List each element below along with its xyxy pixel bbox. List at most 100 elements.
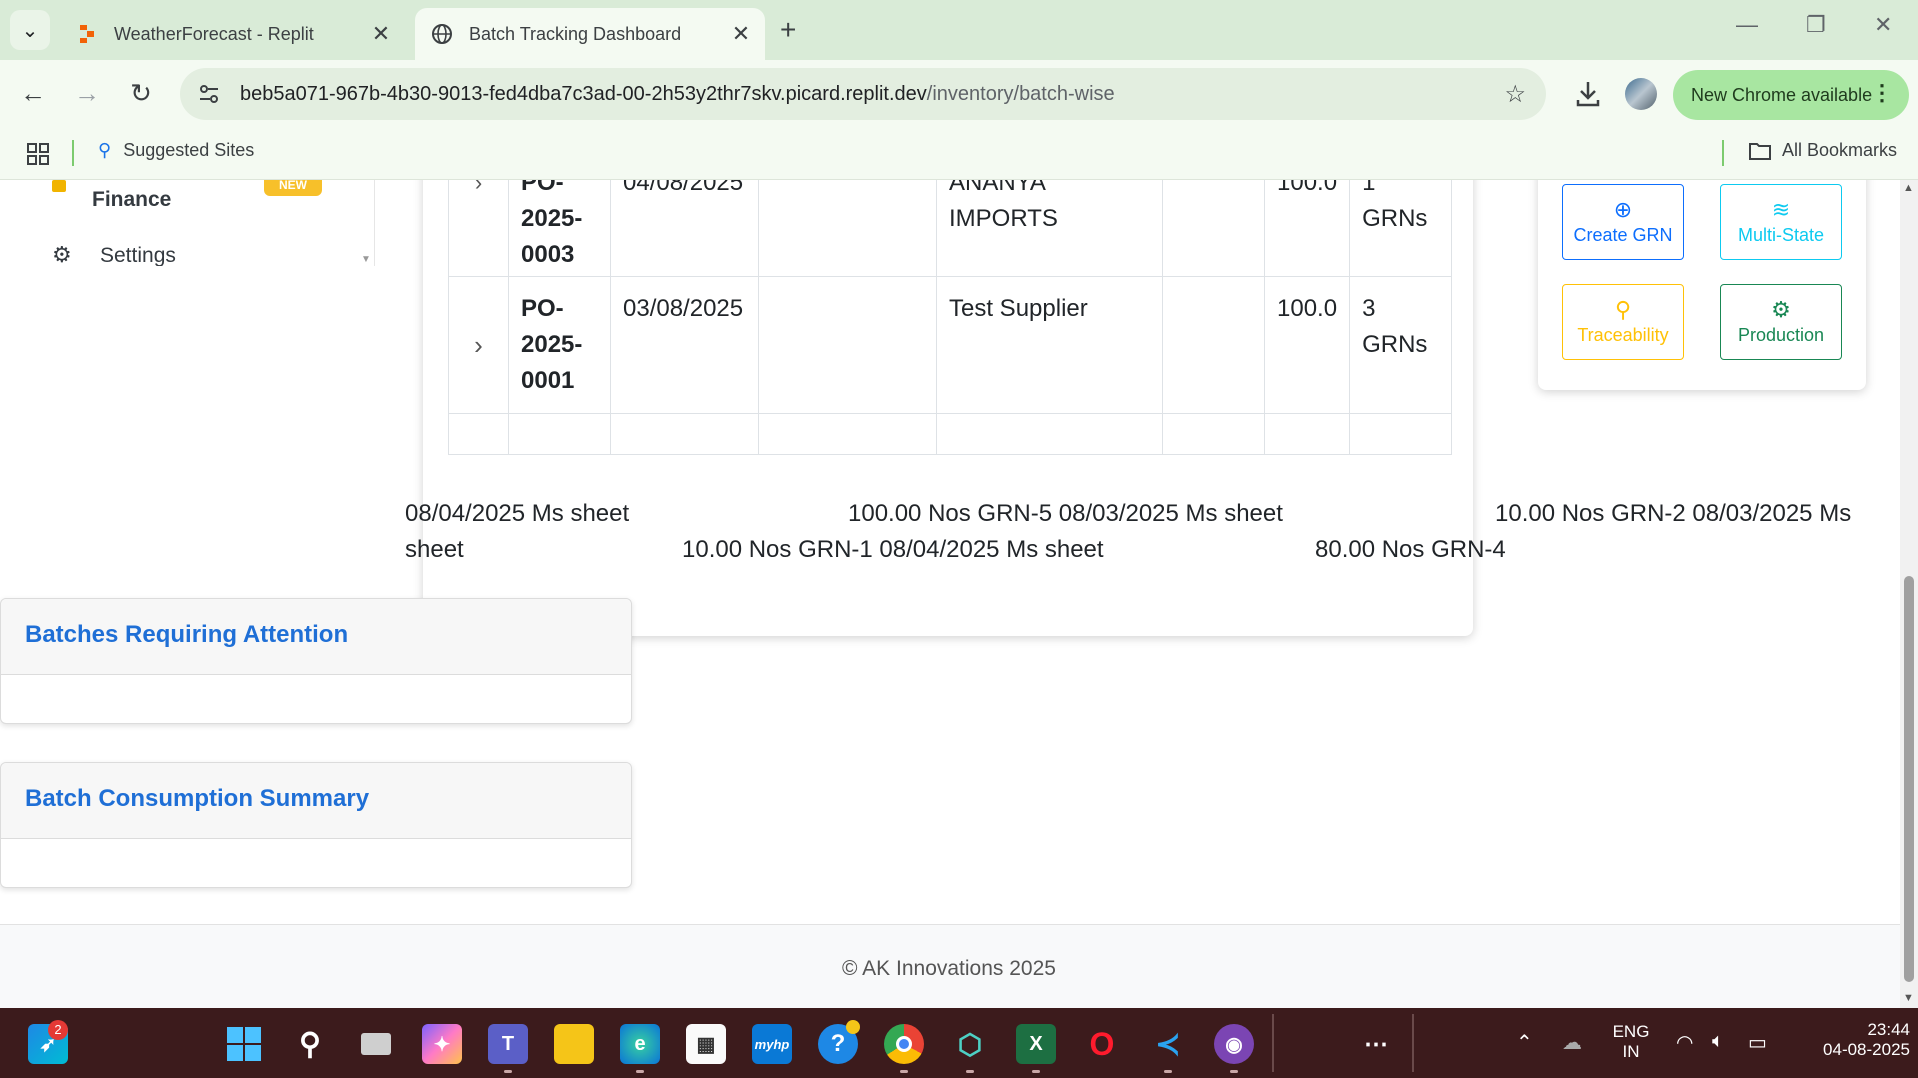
taskbar-divider — [1272, 1014, 1274, 1072]
microsoft-store-icon[interactable]: ▦ — [686, 1024, 726, 1064]
github-desktop-icon[interactable]: ◉ — [1214, 1024, 1254, 1064]
gears-icon: ⚙ — [1771, 296, 1791, 322]
sidebar-item-finance[interactable]: Finance — [92, 188, 171, 212]
card-title: Batches Requiring Attention — [1, 599, 631, 675]
production-button[interactable]: ⚙ Production — [1720, 284, 1842, 360]
volume-icon[interactable]: 🔈︎ — [1712, 1030, 1724, 1053]
region-code: IN — [1622, 1042, 1640, 1061]
battery-icon[interactable]: ▭ — [1748, 1030, 1767, 1055]
replit-icon — [76, 23, 98, 45]
search-icon: ⚲ — [1614, 296, 1632, 322]
traceability-button[interactable]: ⚲ Traceability — [1562, 284, 1684, 360]
address-bar[interactable]: beb5a071-967b-4b30-9013-fed4dba7c3ad-00-… — [180, 68, 1546, 120]
chrome-icon[interactable] — [884, 1024, 924, 1064]
file-explorer-icon[interactable] — [554, 1024, 594, 1064]
help-badge — [846, 1020, 860, 1034]
scroll-up-arrow-icon[interactable]: ▲ — [1903, 182, 1914, 194]
sidebar-scroll-arrow-icon[interactable]: ▼ — [361, 254, 371, 265]
new-chrome-available-button[interactable]: New Chrome available ⋮ — [1673, 70, 1909, 120]
site-info-icon[interactable] — [192, 77, 226, 111]
running-indicator — [1164, 1070, 1172, 1073]
myhp-icon[interactable]: myhp — [752, 1024, 792, 1064]
back-arrow-icon[interactable]: ← — [16, 78, 50, 109]
opera-icon[interactable]: O — [1082, 1024, 1122, 1064]
more-vert-icon: ⋮ — [1871, 80, 1893, 105]
bookmark-star-icon[interactable]: ☆ — [1504, 80, 1526, 109]
overflow-dots-icon[interactable]: ⋯ — [1356, 1024, 1396, 1064]
po-line: 0001 — [521, 367, 575, 394]
tab-search-button[interactable]: ⌄ — [10, 10, 50, 50]
language-indicator[interactable]: ENG IN — [1606, 1022, 1656, 1062]
tab-title: Batch Tracking Dashboard — [469, 23, 682, 44]
card-body — [1, 839, 631, 887]
traceability-label: Traceability — [1577, 324, 1669, 345]
chevron-down-icon: ⌄ — [21, 19, 39, 42]
batch-text-segment: 10.00 Nos GRN-1 08/04/2025 Ms sheet — [682, 536, 1104, 563]
apps-grid-icon[interactable] — [26, 142, 50, 166]
po-line: 2025- — [521, 331, 583, 358]
table-row[interactable]: › PO- 2025- 0001 03/08/2025 Test Supplier … — [448, 276, 1453, 414]
edge-icon[interactable]: e — [620, 1024, 660, 1064]
reload-icon[interactable]: ↻ — [124, 78, 158, 109]
scrollbar-thumb[interactable] — [1904, 576, 1914, 982]
new-badge: NEW — [264, 180, 322, 196]
running-indicator — [966, 1070, 974, 1073]
po-line: PO- — [521, 180, 564, 196]
globe-icon — [431, 23, 453, 45]
language-code: ENG — [1612, 1022, 1650, 1041]
profile-avatar[interactable] — [1625, 78, 1657, 110]
clock-date: 04-08-2025 — [1823, 1040, 1910, 1059]
folder-icon — [1749, 142, 1771, 160]
create-grn-button[interactable]: ⊕ Create GRN — [1562, 184, 1684, 260]
windows-start-icon[interactable] — [224, 1024, 264, 1064]
new-tab-plus-icon[interactable]: + — [780, 14, 796, 46]
grn-count: 3 — [1362, 295, 1376, 322]
gear-icon: ⚙ — [52, 242, 72, 266]
empty-cell — [758, 276, 937, 414]
po-line: 2025- — [521, 205, 583, 232]
show-hidden-icons-chevron-icon[interactable]: ⌃ — [1516, 1030, 1533, 1055]
batch-text-segment: 08/04/2025 Ms sheet — [405, 500, 630, 527]
close-icon[interactable]: ✕ — [725, 21, 757, 47]
forward-arrow-icon[interactable]: → — [70, 78, 104, 109]
supplier-cell: Test Supplier — [936, 276, 1163, 414]
window-close-icon[interactable]: ✕ — [1874, 12, 1892, 38]
suggested-sites-label: Suggested Sites — [123, 140, 255, 160]
restore-icon[interactable]: ❐ — [1806, 12, 1826, 38]
search-icon[interactable]: ⚲ — [290, 1024, 330, 1064]
batch-consumption-summary-card: Batch Consumption Summary — [0, 762, 632, 888]
po-line: 0003 — [521, 241, 575, 268]
all-bookmarks-button[interactable]: All Bookmarks — [1748, 140, 1897, 161]
wifi-icon[interactable]: ◠ — [1676, 1030, 1693, 1055]
tab-weatherforecast[interactable]: WeatherForecast - Replit ✕ — [60, 8, 405, 60]
minimize-icon[interactable]: — — [1736, 12, 1758, 38]
expand-chevron-icon[interactable]: › — [448, 276, 509, 414]
quick-actions-card: ⊕ Create GRN ≋ Multi-State ⚲ Traceabilit… — [1538, 180, 1866, 390]
po-line: PO- — [521, 295, 564, 322]
close-icon[interactable]: ✕ — [365, 21, 397, 47]
copilot-icon[interactable]: ✦ — [422, 1024, 462, 1064]
scroll-down-arrow-icon[interactable]: ▼ — [1903, 992, 1914, 1004]
vscode-icon[interactable]: ≺ — [1148, 1024, 1188, 1064]
teams-icon[interactable]: T — [488, 1024, 528, 1064]
running-indicator — [1230, 1070, 1238, 1073]
batch-text-segment: sheet — [405, 536, 464, 563]
onedrive-cloud-icon[interactable]: ☁ — [1562, 1030, 1582, 1055]
cube-app-icon[interactable]: ⬡ — [950, 1024, 990, 1064]
bookmarks-divider — [1722, 140, 1724, 166]
bookmarks-bar: ⚲ Suggested Sites All Bookmarks — [0, 128, 1918, 180]
tab-batch-tracking[interactable]: Batch Tracking Dashboard ✕ — [415, 8, 765, 60]
clock[interactable]: 23:44 04-08-2025 — [1790, 1020, 1910, 1060]
excel-icon[interactable]: X — [1016, 1024, 1056, 1064]
download-icon[interactable] — [1570, 76, 1606, 112]
suggested-sites-bookmark[interactable]: ⚲ Suggested Sites — [98, 140, 254, 161]
notification-badge: 2 — [48, 1020, 68, 1040]
date-cell: 03/08/2025 — [610, 276, 759, 414]
multi-state-button[interactable]: ≋ Multi-State — [1720, 184, 1842, 260]
task-view-icon[interactable] — [356, 1024, 396, 1064]
sidebar-item-settings[interactable]: Settings — [100, 244, 176, 266]
create-grn-label: Create GRN — [1573, 224, 1673, 245]
page-viewport: Finance NEW ⚙ Settings ▼ › PO- 2025- 0003 … — [0, 180, 1918, 1008]
grn-label: GRNs — [1362, 331, 1428, 358]
grn-label: GRNs — [1362, 205, 1428, 232]
